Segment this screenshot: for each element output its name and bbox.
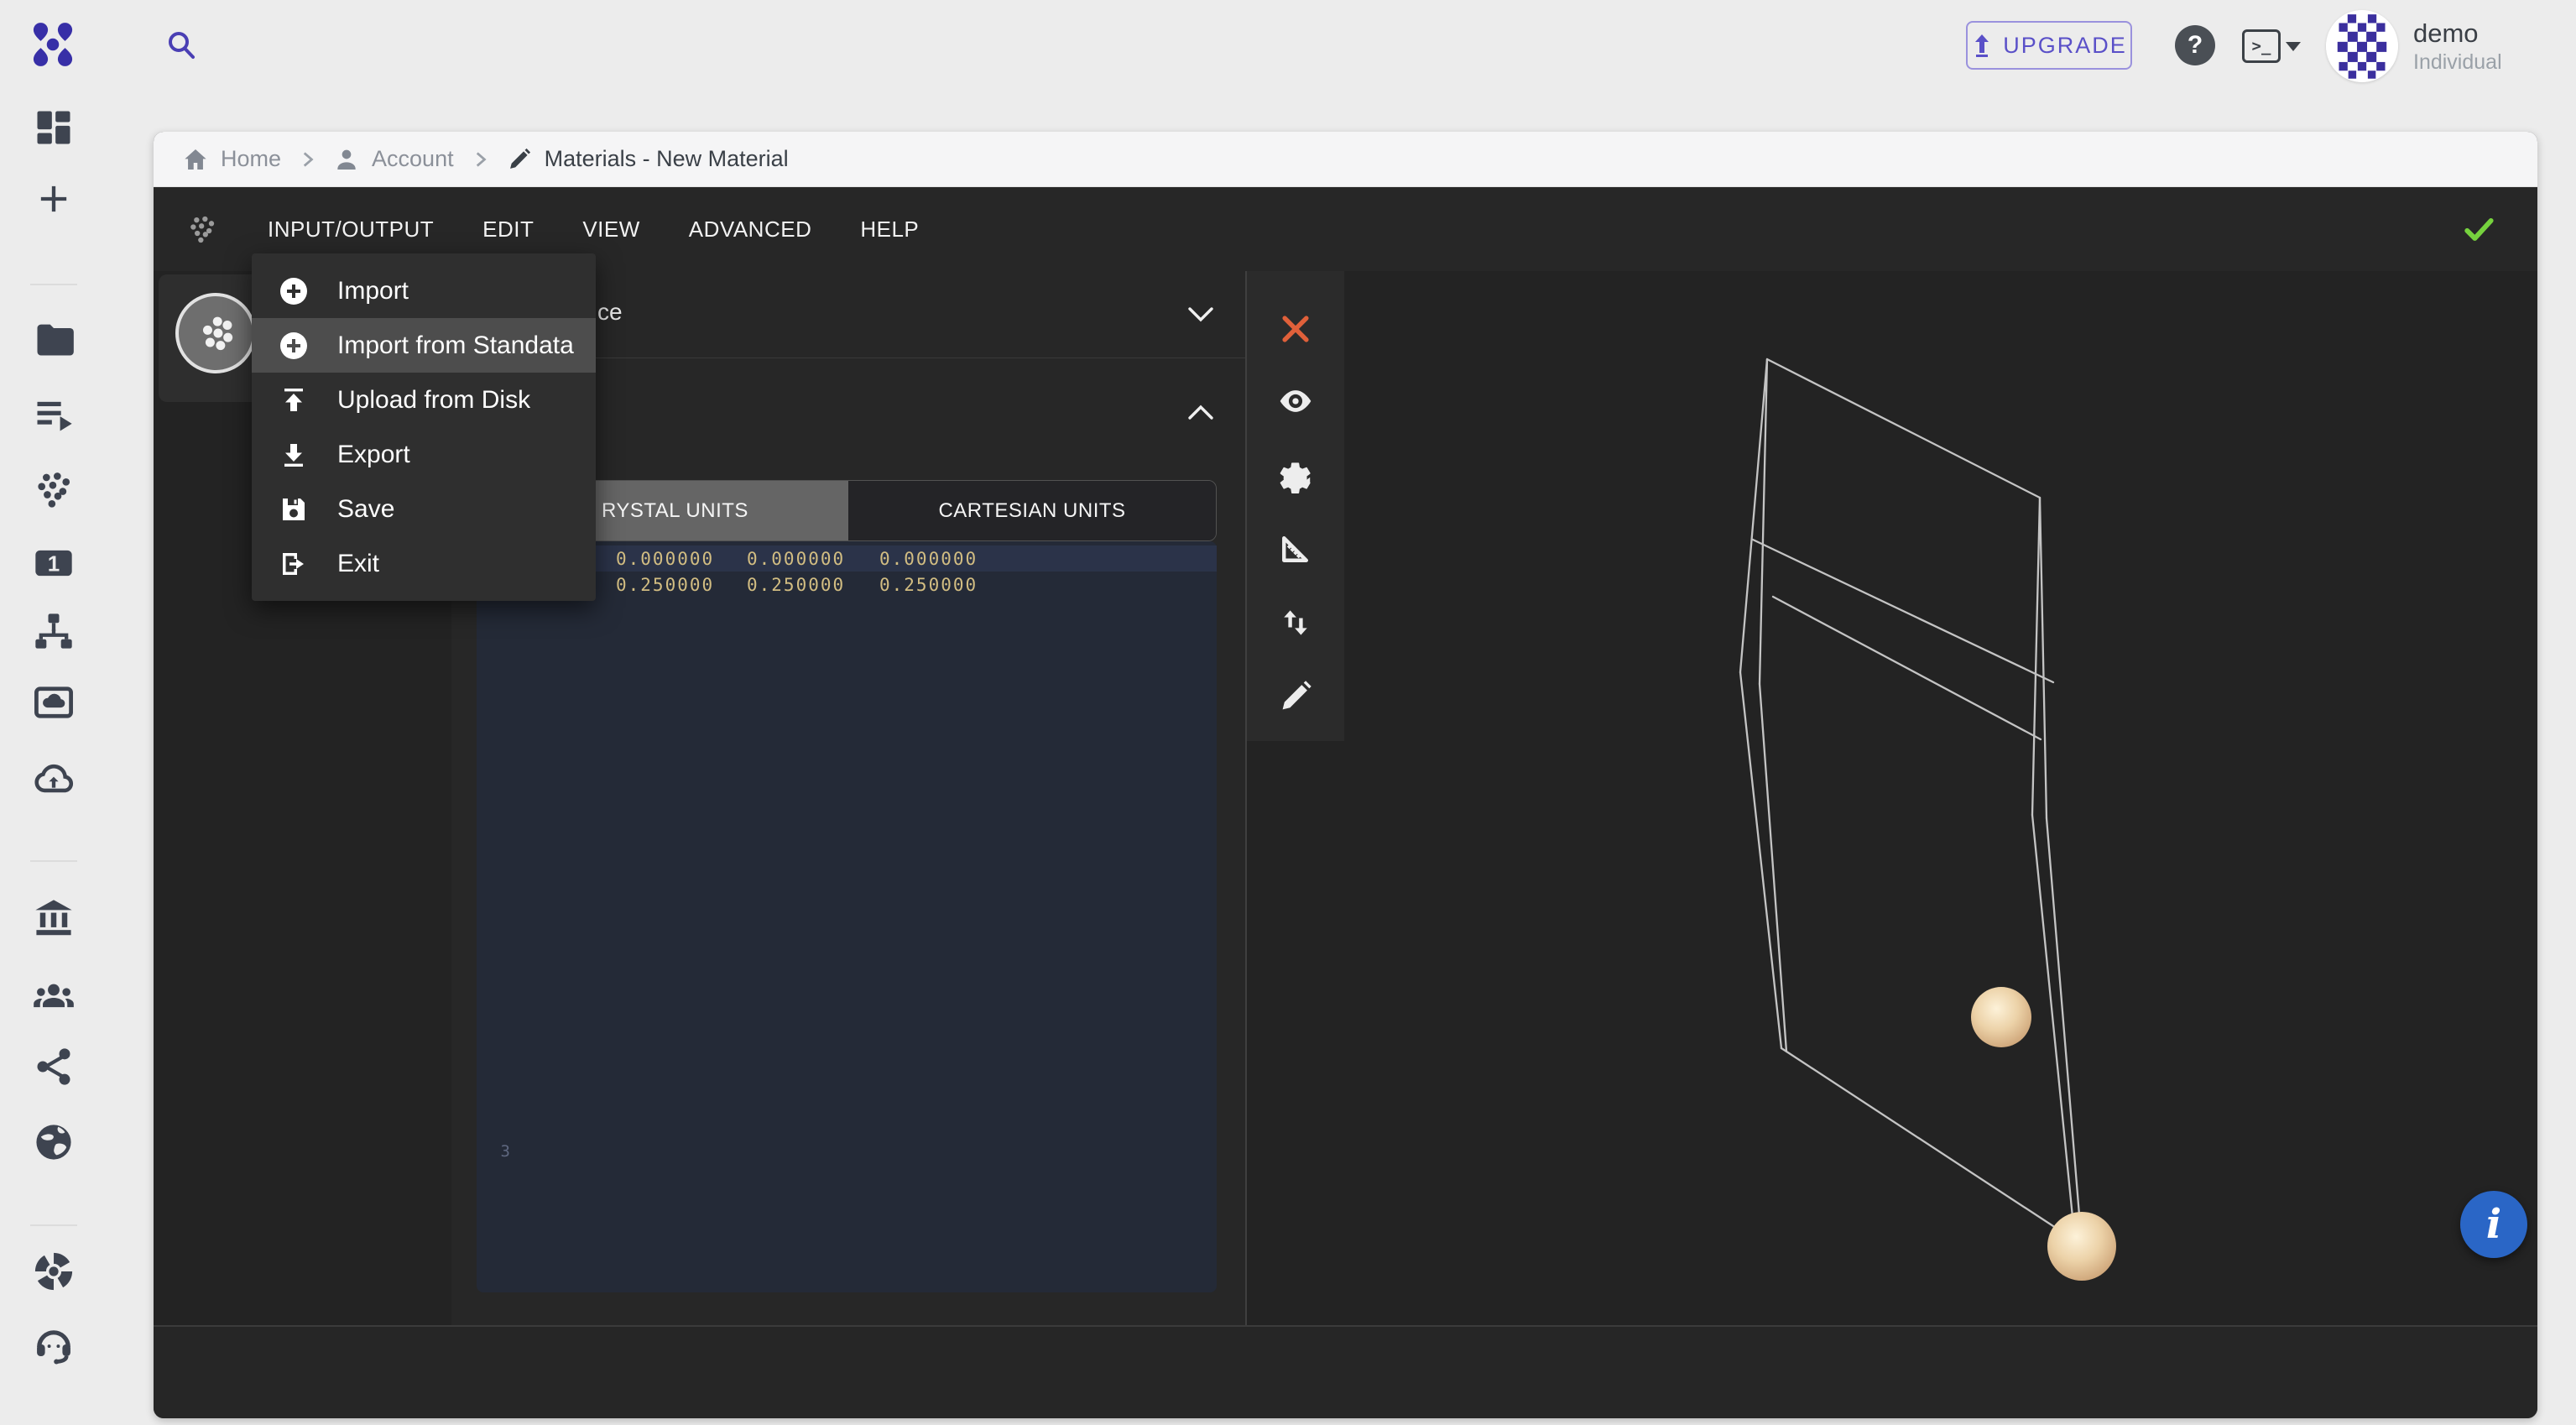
breadcrumb: Home Account Materials - New Material [154,132,2537,187]
pencil-icon [506,146,533,173]
editor-line-number: 3 [477,1142,510,1161]
support-agent-icon[interactable] [32,1323,76,1367]
menu-item-exit[interactable]: Exit [252,536,596,591]
upgrade-button[interactable]: UPGRADE [1966,21,2132,70]
breadcrumb-current-page: Materials - New Material [506,146,789,173]
atom-sphere [1971,987,2031,1047]
breadcrumb-home[interactable]: Home [182,146,281,173]
cloud-upload-icon[interactable] [32,759,76,802]
person-icon [333,146,360,173]
upgrade-label: UPGRADE [2003,33,2127,59]
menu-item-save[interactable]: Save [252,482,596,536]
caret-down-icon [2286,42,2301,51]
playlist-play-icon[interactable] [32,393,76,436]
svg-text:1: 1 [48,551,60,577]
divider [30,860,77,862]
user-menu[interactable]: demo Individual [2326,10,2502,82]
left-nav-rail: 1 [0,132,107,1425]
menu-item-import[interactable]: Import [252,264,596,318]
folder-icon[interactable] [32,317,76,361]
exit-icon [279,549,309,579]
breadcrumb-account[interactable]: Account [333,146,454,173]
avatar [2326,10,2398,82]
chevron-up-icon[interactable] [1186,403,1215,421]
atom-sphere [2047,1212,2116,1281]
divider [30,1224,77,1226]
console-dropdown-icon[interactable]: >_ [2242,28,2306,65]
help-icon[interactable]: ? [2175,25,2215,65]
menu-view[interactable]: VIEW [582,217,639,243]
menu-item-upload-from-disk[interactable]: Upload from Disk [252,373,596,427]
share-icon[interactable] [32,1045,76,1088]
3d-viewport[interactable]: i [1247,271,2537,1325]
input-output-menu: Import Import from Standata Upload from … [252,253,596,601]
globe-icon[interactable] [32,1120,76,1164]
user-name: demo [2413,18,2502,50]
eye-icon[interactable] [1277,383,1314,420]
page-title: Materials - New Material [545,146,789,172]
chevron-right-icon [296,149,318,170]
menu-advanced[interactable]: ADVANCED [689,217,812,243]
image-cloud-icon[interactable] [32,681,76,724]
wheel-icon[interactable] [32,1250,76,1293]
viewer-toolbar [1247,271,1344,741]
atoms-icon [185,212,219,246]
set-square-icon[interactable] [1277,530,1314,567]
sitemap-icon[interactable] [32,609,76,653]
group-icon[interactable] [32,973,76,1017]
menu-item-export[interactable]: Export [252,427,596,482]
user-plan: Individual [2413,50,2502,75]
menu-item-import-from-standata[interactable]: Import from Standata [252,318,596,373]
home-icon [182,146,209,173]
crystal-wireframe [1740,359,2082,1245]
top-app-bar: UPGRADE ? >_ demo Indivi [0,0,2576,132]
counter-one-icon[interactable]: 1 [32,541,76,585]
download-icon [279,440,309,470]
check-icon [2460,211,2497,248]
close-icon[interactable] [1277,311,1314,347]
menu-input-output[interactable]: INPUT/OUTPUT [268,217,434,243]
gear-icon[interactable] [1277,457,1314,493]
info-button[interactable]: i [2460,1191,2527,1258]
chevron-right-icon [469,149,491,170]
upload-icon [279,385,309,415]
lattice-section-label: ce [597,299,623,326]
pencil-icon[interactable] [1277,678,1314,715]
tab-cartesian-units[interactable]: CARTESIAN UNITS [848,481,1216,540]
save-icon [279,494,309,525]
menu-help[interactable]: HELP [860,217,919,243]
dashboard-icon[interactable] [32,106,76,149]
bank-icon[interactable] [32,895,76,939]
chevron-down-icon[interactable] [1186,305,1215,324]
bottom-bar [154,1325,2537,1418]
plus-icon[interactable] [32,177,76,221]
search-icon[interactable] [163,27,200,64]
crystal-scene [1247,271,2537,1325]
material-avatar [175,293,256,373]
plus-circle-icon [279,276,309,306]
divider [30,284,77,285]
mat3ra-logo[interactable] [29,20,77,69]
plus-circle-icon [279,331,309,361]
upload-from-bar-icon [1971,33,1993,58]
atoms-icon[interactable] [32,467,76,511]
swap-vertical-icon[interactable] [1277,604,1314,641]
menu-edit[interactable]: EDIT [482,217,534,243]
basis-code-editor[interactable]: 0.000000 0.000000 0.000000 0.250000 0.25… [477,541,1217,1292]
